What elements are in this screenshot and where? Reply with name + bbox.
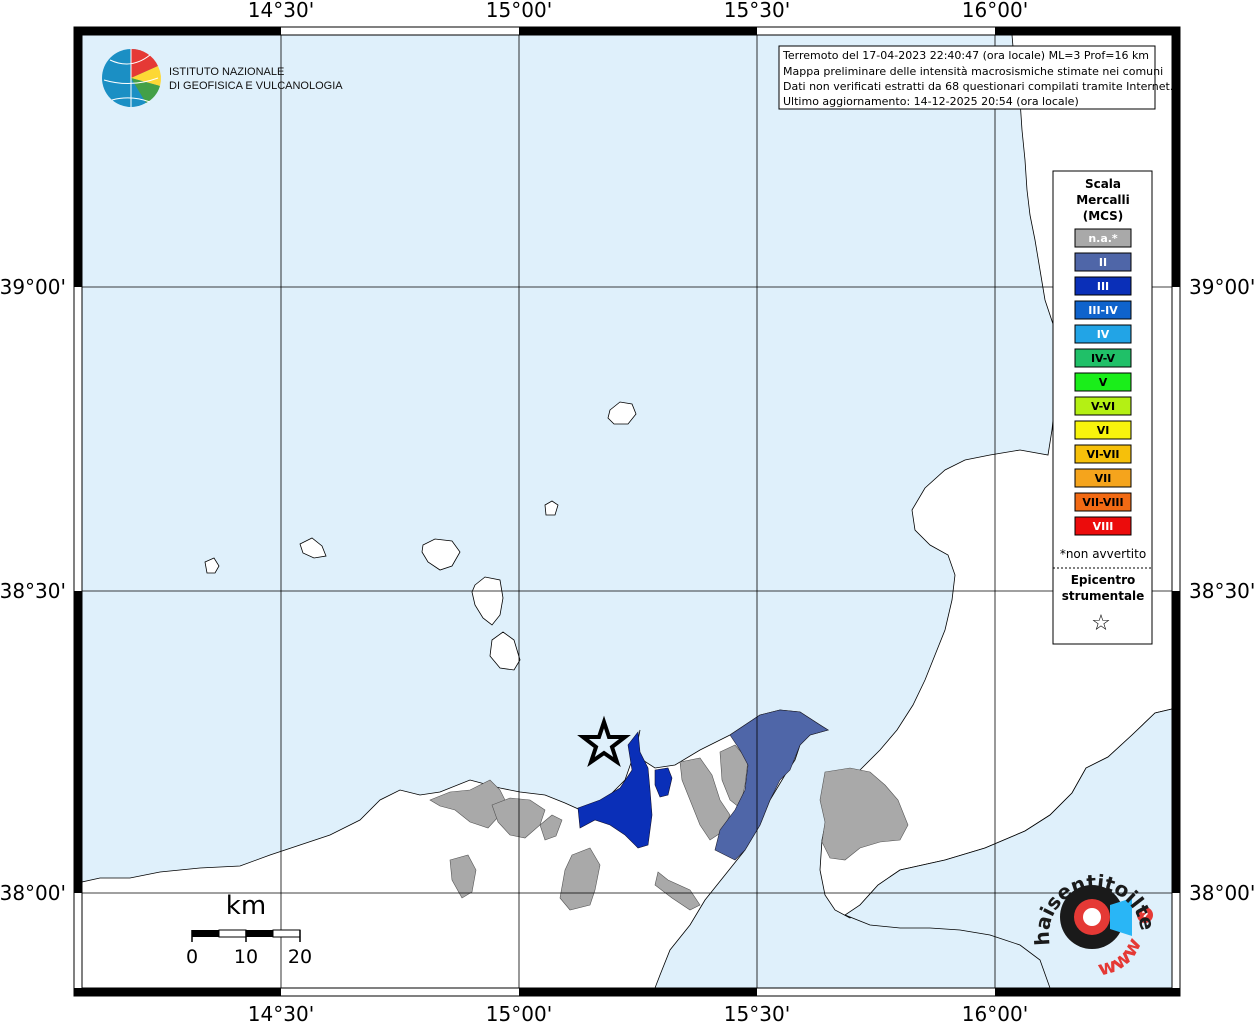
latitude-labels-left: 39°00' 38°30' 38°00' bbox=[0, 275, 66, 905]
info-line3: Dati non verificati estratti da 68 quest… bbox=[783, 80, 1173, 93]
star-icon: ☆ bbox=[1091, 611, 1111, 636]
scale-tick: 10 bbox=[234, 946, 258, 968]
logo-line1: ISTITUTO NAZIONALE bbox=[169, 66, 284, 78]
lat-label: 38°00' bbox=[1189, 881, 1255, 905]
legend-title: Scala bbox=[1085, 177, 1121, 191]
lon-label: 15°30' bbox=[724, 1002, 790, 1024]
logo-line2: DI GEOFISICA E VULCANOLOGIA bbox=[169, 80, 343, 92]
longitude-labels-top: 14°30' 15°00' 15°30' 16°00' bbox=[248, 0, 1028, 22]
lon-label: 15°00' bbox=[486, 1002, 552, 1024]
legend-title: (MCS) bbox=[1083, 209, 1124, 223]
info-box: Terremoto del 17-04-2023 22:40:47 (ora l… bbox=[778, 45, 1173, 110]
legend-swatch-label: VI-VII bbox=[1086, 448, 1119, 461]
legend-swatch-label: IV bbox=[1097, 328, 1110, 341]
legend-title: Mercalli bbox=[1076, 193, 1130, 207]
legend-swatch-label: n.a.* bbox=[1088, 232, 1118, 245]
legend-swatch-label: IV-V bbox=[1091, 352, 1116, 365]
epicenter-label: strumentale bbox=[1062, 589, 1145, 603]
intensity-map: 14°30' 15°00' 15°30' 16°00' 14°30' 15°00… bbox=[0, 0, 1255, 1024]
legend-swatch-label: II bbox=[1099, 256, 1107, 269]
legend-swatch-label: III bbox=[1097, 280, 1109, 293]
lat-label: 38°30' bbox=[0, 579, 66, 603]
legend-swatch-label: V-VI bbox=[1091, 400, 1115, 413]
scale-tick: 0 bbox=[186, 946, 198, 968]
epicenter-label: Epicentro bbox=[1071, 573, 1136, 587]
lon-label: 14°30' bbox=[248, 0, 314, 22]
lon-label: 16°00' bbox=[962, 1002, 1028, 1024]
lon-label: 16°00' bbox=[962, 0, 1028, 22]
latitude-labels-right: 39°00' 38°30' 38°00' bbox=[1189, 275, 1255, 905]
mercalli-legend: Scala Mercalli (MCS) n.a.*IIIIIIII-IVIVI… bbox=[1052, 170, 1153, 645]
longitude-labels-bottom: 14°30' 15°00' 15°30' 16°00' bbox=[248, 1002, 1028, 1024]
lat-label: 38°30' bbox=[1189, 579, 1255, 603]
scale-unit: km bbox=[226, 891, 266, 921]
scale-tick: 20 bbox=[288, 946, 312, 968]
lon-label: 14°30' bbox=[248, 1002, 314, 1024]
lon-label: 15°00' bbox=[486, 0, 552, 22]
legend-swatch-label: VI bbox=[1097, 424, 1110, 437]
legend-swatch-label: VIII bbox=[1093, 520, 1114, 533]
map-frame bbox=[73, 26, 1181, 997]
info-line2: Mappa preliminare delle intensità macros… bbox=[783, 65, 1163, 78]
legend-swatch-label: III-IV bbox=[1088, 304, 1118, 317]
legend-swatch-label: V bbox=[1099, 376, 1108, 389]
info-line1: Terremoto del 17-04-2023 22:40:47 (ora l… bbox=[782, 49, 1149, 62]
lon-label: 15°30' bbox=[724, 0, 790, 22]
lat-label: 39°00' bbox=[1189, 275, 1255, 299]
lat-label: 38°00' bbox=[0, 881, 66, 905]
legend-note: *non avvertito bbox=[1060, 547, 1146, 561]
legend-swatch-label: VII-VIII bbox=[1082, 496, 1123, 509]
info-line4: Ultimo aggiornamento: 14-12-2025 20:54 (… bbox=[783, 95, 1079, 108]
lat-label: 39°00' bbox=[0, 275, 66, 299]
legend-swatch-label: VII bbox=[1095, 472, 1112, 485]
